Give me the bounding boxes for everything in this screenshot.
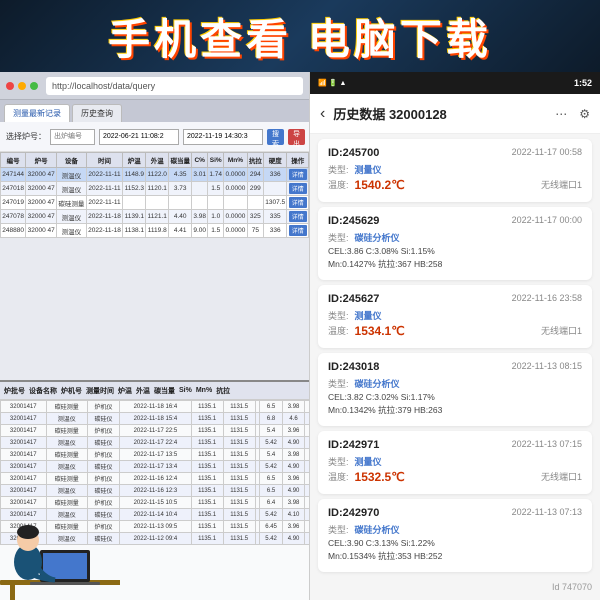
detail-button[interactable]: 详情 (289, 197, 307, 208)
table-row: 24701832000 47测温仪2022-11-111152.31120.13… (1, 182, 309, 196)
browser-bar: http://localhost/data/query (0, 72, 309, 100)
detail-button[interactable]: 详情 (289, 183, 307, 194)
right-panel: 📶 🔋 ▲ 1:52 ‹ 历史数据 32000128 ⋯ ⚙ ID:245700… (310, 72, 600, 600)
bottom-table-header: 炉批号 设备名称 炉机号 测量时间 炉温 外温 碳当量 Si% Mn% 抗拉 (0, 382, 310, 400)
list-item[interactable]: ID:2456292022-11-17 00:00类型: 碳硅分析仪CEL:3.… (318, 207, 592, 280)
item-temp: 1532.5℃ (355, 470, 405, 484)
menu-icon[interactable]: ⋯ (555, 107, 567, 121)
list-item[interactable]: ID:2429702022-11-13 07:13类型: 碳硅分析仪CEL:3.… (318, 499, 592, 572)
mobile-title: 历史数据 32000128 (333, 104, 446, 123)
col-hb: 硬度 (264, 153, 287, 168)
person-overlay (0, 510, 120, 600)
table-row: 32001417测温仪碳硅仪2022-11-17 13:41135.11131.… (1, 461, 310, 473)
banner-text: 手机查看 电脑下载 (108, 6, 492, 67)
list-item[interactable]: ID:2457002022-11-17 00:58类型: 测量仪温度: 1540… (318, 139, 592, 202)
tab-history[interactable]: 历史查询 (72, 104, 122, 122)
item-time: 2022-11-17 00:58 (512, 147, 582, 157)
col-t2: 外温 (146, 153, 169, 168)
back-button[interactable]: ‹ (320, 105, 325, 123)
list-item[interactable]: ID:2429712022-11-13 07:15类型: 测量仪温度: 1532… (318, 431, 592, 494)
main-content: http://localhost/data/query 测量最新记录 历史查询 … (0, 72, 600, 600)
col-op: 操作 (287, 153, 309, 168)
data-table-upper: 编号 炉号 设备 时间 炉温 外温 碳当量 C% Si% Mn% 抗拉 硬度 操… (0, 152, 309, 317)
status-time: 1:52 (574, 78, 592, 88)
bottom-table-section: 炉批号 设备名称 炉机号 测量时间 炉温 外温 碳当量 Si% Mn% 抗拉 3… (0, 380, 310, 600)
col-t1: 炉温 (123, 153, 146, 168)
search-input-date-start[interactable] (99, 129, 179, 145)
col-date: 时间 (86, 153, 123, 168)
top-banner: 手机查看 电脑下载 (0, 0, 600, 72)
item-time: 2022-11-16 23:58 (512, 293, 582, 303)
item-time: 2022-11-13 07:13 (512, 507, 582, 517)
nav-tabs: 测量最新记录 历史查询 (0, 100, 309, 122)
table-row: 32001417测温仪碳硅仪2022-11-16 12:31135.11131.… (1, 485, 310, 497)
list-item[interactable]: ID:2456272022-11-16 23:58类型: 测量仪温度: 1534… (318, 285, 592, 348)
status-left: 📶 🔋 ▲ (318, 79, 346, 87)
table-row: 32001417碳硅测量炉机仪2022-11-18 16:41135.11131… (1, 401, 310, 413)
item-id: ID:243018 (328, 361, 379, 373)
item-time: 2022-11-17 00:00 (512, 215, 582, 225)
item-id: ID:242971 (328, 439, 379, 451)
browser-dot-min (18, 82, 26, 90)
browser-dot-max (30, 82, 38, 90)
col-id: 编号 (1, 153, 26, 168)
item-id: ID:242970 (328, 507, 379, 519)
table-row: 24707832000 47测温仪2022-11-181139.11121.14… (1, 210, 309, 224)
upper-table: 编号 炉号 设备 时间 炉温 外温 碳当量 C% Si% Mn% 抗拉 硬度 操… (0, 152, 309, 238)
item-time: 2022-11-13 07:15 (512, 439, 582, 449)
item-temp: 1534.1℃ (355, 324, 405, 338)
export-button[interactable]: 导出 (288, 129, 305, 145)
browser-dot-close (6, 82, 14, 90)
detail-button[interactable]: 详情 (289, 211, 307, 222)
mobile-header: ‹ 历史数据 32000128 ⋯ ⚙ (310, 94, 600, 134)
left-panel: http://localhost/data/query 测量最新记录 历史查询 … (0, 72, 310, 600)
item-id: ID:245627 (328, 293, 379, 305)
table-row: 32001417碳硅测量炉机仪2022-11-15 10:51135.11131… (1, 497, 310, 509)
table-row: 32001417测温仪碳硅仪2022-11-18 15:41135.11131.… (1, 413, 310, 425)
table-row: 32001417测温仪碳硅仪2022-11-17 22:41135.11131.… (1, 437, 310, 449)
col-c: C% (192, 153, 208, 168)
mobile-status-bar: 📶 🔋 ▲ 1:52 (310, 72, 600, 94)
col-furnace: 炉号 (26, 153, 57, 168)
search-label: 选择炉号： (6, 131, 46, 142)
tab-recent[interactable]: 测量最新记录 (4, 104, 70, 122)
table-row: 32001417碳硅测量炉机仪2022-11-17 13:51135.11131… (1, 449, 310, 461)
table-row: 24701932000 47碳硅测量2022-11-111307.5详情 (1, 196, 309, 210)
person-silhouette (0, 510, 120, 600)
table-row: 32001417碳硅测量炉机仪2022-11-16 12:41135.11131… (1, 473, 310, 485)
detail-button[interactable]: 详情 (289, 169, 307, 180)
list-item[interactable]: ID:2430182022-11-13 08:15类型: 碳硅分析仪CEL:3.… (318, 353, 592, 426)
table-row: 24714432000 47测温仪2022-11-111148.91122.04… (1, 168, 309, 182)
search-button[interactable]: 搜索 (267, 129, 284, 145)
search-bar: 选择炉号： 搜索 导出 (0, 122, 309, 152)
col-si: Si% (208, 153, 224, 168)
table-row: 24888032000 47测温仪2022-11-181138.11119.84… (1, 224, 309, 238)
settings-icon[interactable]: ⚙ (579, 107, 590, 121)
mobile-list: ID:2457002022-11-17 00:58类型: 测量仪温度: 1540… (310, 134, 600, 600)
item-id: ID:245700 (328, 147, 379, 159)
search-input-date-end[interactable] (183, 129, 263, 145)
search-input-furnace[interactable] (50, 129, 95, 145)
col-ce: 碳当量 (169, 153, 192, 168)
col-device: 设备 (57, 153, 87, 168)
item-id: ID:245629 (328, 215, 379, 227)
item-temp: 1540.2℃ (355, 178, 405, 192)
table-row: 32001417碳硅测量炉机仪2022-11-17 22:51135.11131… (1, 425, 310, 437)
col-mn: Mn% (224, 153, 247, 168)
id-watermark: Id 747070 (552, 582, 592, 592)
browser-url[interactable]: http://localhost/data/query (46, 77, 303, 95)
item-time: 2022-11-13 08:15 (512, 361, 582, 371)
detail-button[interactable]: 详情 (289, 225, 307, 236)
col-p: 抗拉 (247, 153, 263, 168)
